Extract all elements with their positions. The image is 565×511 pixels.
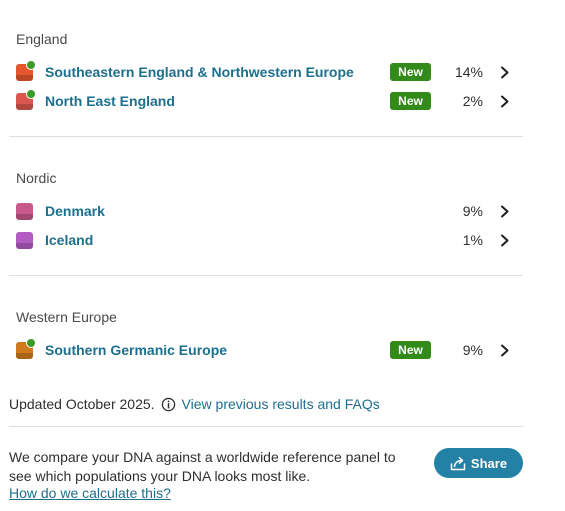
region-name[interactable]: Southeastern England & Northwestern Euro… [45,64,354,80]
new-badge: New [390,63,431,81]
section-divider [9,426,523,427]
region-name[interactable]: Iceland [45,232,93,248]
updated-line: Updated October 2025. View previous resu… [9,396,380,412]
group-title-western-europe: Western Europe [16,309,117,325]
region-percent: 1% [462,232,483,248]
group-title-england: England [16,31,68,47]
region-color-swatch [16,202,33,220]
new-badge: New [390,341,431,359]
region-row-southern-germanic-europe[interactable]: Southern Germanic Europe New 9% [16,337,516,362]
how-we-calculate-link[interactable]: How do we calculate this? [9,485,171,501]
chevron-right-icon[interactable] [500,234,510,247]
chevron-right-icon[interactable] [500,95,510,108]
region-color-swatch [16,88,36,110]
info-icon[interactable] [161,397,176,412]
region-color-swatch [16,337,36,359]
region-row-denmark[interactable]: Denmark 9% [16,199,516,223]
region-percent: 2% [462,93,483,109]
section-divider [9,275,523,276]
share-button-label: Share [470,455,508,471]
region-row-north-east-england[interactable]: North East England New 2% [16,88,516,113]
region-name[interactable]: Southern Germanic Europe [45,342,227,358]
section-divider [9,136,523,137]
share-button[interactable]: Share [434,448,523,478]
region-name[interactable]: Denmark [45,203,105,219]
region-row-southeastern-england[interactable]: Southeastern England & Northwestern Euro… [16,59,516,84]
region-percent: 14% [454,64,483,80]
region-color-swatch [16,59,36,81]
explanation-text: We compare your DNA against a worldwide … [9,449,396,484]
chevron-right-icon[interactable] [500,66,510,79]
region-name[interactable]: North East England [45,93,175,109]
region-row-iceland[interactable]: Iceland 1% [16,228,516,252]
new-indicator-dot [26,337,36,348]
updated-text: Updated October 2025. [9,396,155,412]
chevron-right-icon[interactable] [500,344,510,357]
chevron-right-icon[interactable] [500,205,510,218]
group-title-nordic: Nordic [16,170,57,186]
region-color-swatch [16,231,33,249]
ancestry-breakdown-panel: England Southeastern England & Northwest… [0,0,565,511]
share-icon [450,456,466,470]
view-previous-results-link[interactable]: View previous results and FAQs [182,396,380,412]
region-percent: 9% [462,203,483,219]
new-indicator-dot [26,59,36,70]
new-badge: New [390,92,431,110]
new-indicator-dot [26,88,36,99]
region-percent: 9% [462,342,483,358]
